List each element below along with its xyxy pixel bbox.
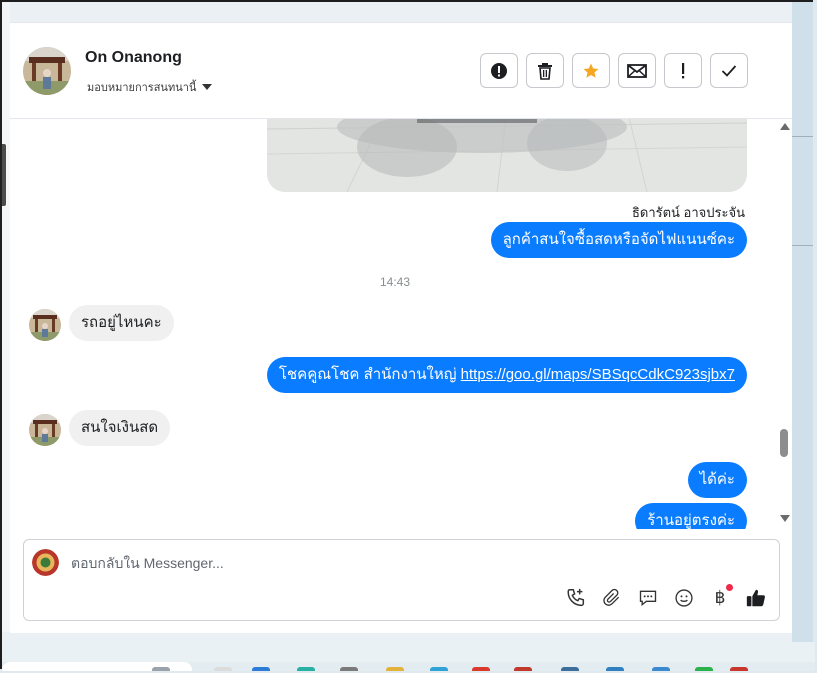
taskbar-app-icon[interactable] xyxy=(430,667,448,671)
composer-actions: ฿ xyxy=(564,584,768,610)
taskbar-app-icon[interactable] xyxy=(340,667,358,671)
assign-label: มอบหมายการสนทนานี้ xyxy=(87,82,197,94)
check-icon xyxy=(721,64,737,77)
notification-dot xyxy=(726,584,733,591)
contact-avatar-small xyxy=(29,309,61,341)
report-button[interactable] xyxy=(480,53,518,88)
caret-down-icon xyxy=(202,84,213,90)
taskbar-app-icon[interactable] xyxy=(152,667,170,671)
scroll-down-icon[interactable] xyxy=(780,515,790,522)
star-icon xyxy=(583,63,599,78)
sender-name: ธิดารัตน์ อาจประจัน xyxy=(631,205,745,220)
taskbar-app-icon[interactable] xyxy=(730,667,748,671)
taskbar-app-icon[interactable] xyxy=(514,667,532,671)
reply-composer: ฿ xyxy=(23,539,780,621)
mark-done-button[interactable] xyxy=(710,53,748,88)
image-message[interactable] xyxy=(267,119,747,192)
taskbar-app-icon[interactable] xyxy=(561,667,579,671)
taskbar-app-icon[interactable] xyxy=(252,667,270,671)
mark-unread-button[interactable] xyxy=(618,53,656,88)
call-button[interactable] xyxy=(564,586,588,610)
mark-spam-button[interactable] xyxy=(664,53,702,88)
map-link[interactable]: https://goo.gl/maps/SBSqcCdkC923sjbx7 xyxy=(461,366,735,383)
star-button[interactable] xyxy=(572,53,610,88)
left-edge xyxy=(2,2,10,632)
outgoing-message[interactable]: ร้านอยู่ตรงค่ะ xyxy=(635,503,747,529)
taskbar-app-icon[interactable] xyxy=(652,667,670,671)
taskbar-app-icon[interactable] xyxy=(695,667,713,671)
conversation-header: On Onanong มอบหมายการสนทนานี้ xyxy=(10,23,792,119)
message-text: โชคคูณโชค สำนักงานใหญ่ xyxy=(278,366,457,383)
incoming-message[interactable]: สนใจเงินสด xyxy=(69,410,171,446)
scroll-up-icon[interactable] xyxy=(780,123,790,130)
outgoing-message[interactable]: ลูกค้าสนใจซื้อสดหรือจัดไฟแนนซ์คะ xyxy=(490,222,747,258)
message-list[interactable]: ธิดารัตน์ อาจประจัน ลูกค้าสนใจซื้อสดหรือ… xyxy=(10,119,792,529)
side-tab[interactable] xyxy=(2,144,6,206)
chat-scrollbar[interactable] xyxy=(780,119,792,529)
taskbar-app-icon[interactable] xyxy=(472,667,490,671)
message-timestamp: 14:43 xyxy=(380,275,411,289)
thumbs-up-icon xyxy=(746,589,765,607)
page-avatar xyxy=(32,549,59,576)
outgoing-message-with-link[interactable]: โชคคูณโชค สำนักงานใหญ่ https://goo.gl/ma… xyxy=(266,357,747,393)
emoji-button[interactable] xyxy=(672,586,696,610)
mail-icon xyxy=(627,63,647,78)
chat-bubble-icon xyxy=(639,590,657,607)
reply-input[interactable] xyxy=(71,552,671,574)
smiley-icon xyxy=(675,589,693,607)
contact-avatar[interactable] xyxy=(23,47,71,95)
trash-icon xyxy=(538,62,552,80)
phone-plus-icon xyxy=(567,588,585,607)
saved-replies-button[interactable] xyxy=(636,586,660,610)
outgoing-message[interactable]: ได้ค่ะ xyxy=(687,462,747,498)
like-button[interactable] xyxy=(744,586,768,610)
scroll-thumb[interactable] xyxy=(780,429,788,457)
incoming-message[interactable]: รถอยู่ไหนคะ xyxy=(69,305,174,341)
taskbar xyxy=(2,642,815,671)
app-window: On Onanong มอบหมายการสนทนานี้ ธิดารัตน์ … xyxy=(0,0,815,671)
exclamation-icon xyxy=(682,62,685,78)
taskbar-app-icon[interactable] xyxy=(386,667,404,671)
right-edge-panel xyxy=(792,2,813,642)
action-toolbar xyxy=(480,53,748,88)
payment-button[interactable]: ฿ xyxy=(708,584,733,610)
contact-avatar-small xyxy=(29,414,61,446)
taskbar-app-icon[interactable] xyxy=(214,667,232,671)
taskbar-app-icon[interactable] xyxy=(606,667,624,671)
delete-button[interactable] xyxy=(526,53,564,88)
contact-name[interactable]: On Onanong xyxy=(85,49,182,67)
conversation-panel: On Onanong มอบหมายการสนทนานี้ ธิดารัตน์ … xyxy=(10,22,792,633)
assign-conversation-dropdown[interactable]: มอบหมายการสนทนานี้ xyxy=(87,78,213,96)
alert-circle-icon xyxy=(491,62,507,79)
paperclip-icon xyxy=(603,588,620,606)
baht-icon: ฿ xyxy=(714,588,726,608)
taskbar-app-icon[interactable] xyxy=(297,667,315,671)
attach-button[interactable] xyxy=(600,586,624,610)
